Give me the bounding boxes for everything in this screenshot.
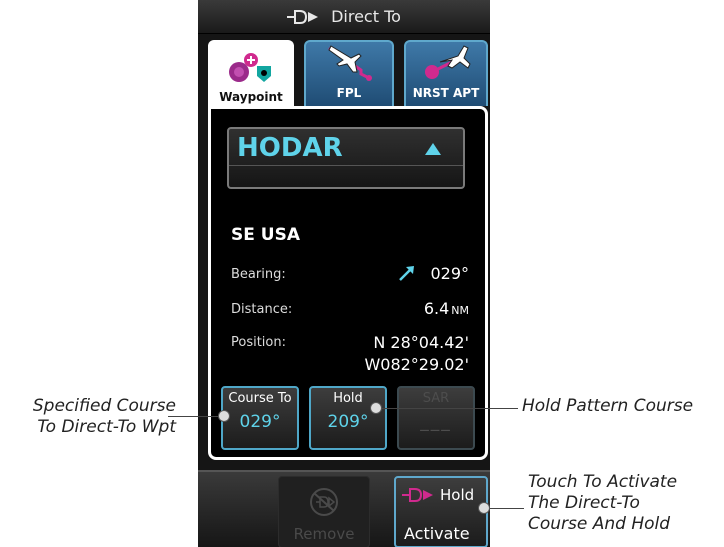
waypoint-icon (229, 53, 271, 82)
distance-value-wrap: 6.4 NM (424, 299, 469, 318)
tab-nrst-apt[interactable]: NRST APT (404, 40, 488, 106)
callout-line: The Direct-To (528, 493, 640, 513)
leader-line-bottom (484, 508, 524, 509)
tab-label: Waypoint (219, 90, 283, 104)
waypoint-region: SE USA (231, 225, 300, 245)
tab-fpl[interactable]: FPL (304, 40, 394, 106)
direct-to-icon (287, 9, 319, 24)
nearest-airport-icon (425, 45, 471, 79)
distance-label: Distance: (231, 302, 293, 317)
bearing-arrow-icon (399, 266, 415, 281)
page-title: Direct To (331, 7, 401, 26)
divider (229, 165, 463, 166)
flight-plan-icon (328, 45, 372, 81)
sar-label: SAR (422, 391, 450, 406)
position-latitude: N 28°04.42' (373, 333, 469, 352)
bottom-bar: Remove Hold Activate (198, 470, 490, 547)
callout-line: To Direct-To Wpt (37, 417, 176, 437)
hold-label: Hold (333, 391, 363, 406)
direct-to-icon (402, 488, 433, 502)
course-to-value: 029° (239, 412, 281, 432)
bearing-value: 029° (430, 264, 469, 283)
callout-dot-right (370, 402, 382, 414)
title-bar: Direct To (198, 0, 490, 34)
activate-label: Activate (404, 524, 470, 543)
activate-top-row: Hold (402, 486, 474, 504)
callout-line: Touch To Activate (528, 472, 678, 492)
distance-unit: NM (451, 304, 469, 317)
position-value: N 28°04.42' W082°29.02' (364, 332, 469, 376)
callout-line: Specified Course (32, 396, 176, 416)
waypoint-panel: HODAR SE USA Bearing: 029° Distance: 6.4… (208, 106, 488, 460)
callout-hold-pattern: Hold Pattern Course (522, 396, 694, 416)
course-to-button[interactable]: Course To 029° (221, 386, 299, 450)
remove-button[interactable]: Remove (278, 476, 370, 547)
callout-line: Course And Hold (528, 514, 671, 534)
hold-button[interactable]: Hold 209° (309, 386, 387, 450)
tab-waypoint[interactable]: Waypoint (208, 40, 294, 110)
position-longitude: W082°29.02' (364, 355, 469, 374)
bearing-label: Bearing: (231, 267, 286, 282)
device-screen: Direct To Waypoint FPL NRST APT HODAR SE… (198, 0, 490, 547)
callout-specified-course: Specified Course To Direct-To Wpt (6, 396, 176, 438)
triangle-up-icon (425, 143, 441, 155)
waypoint-ident: HODAR (237, 133, 343, 163)
hold-value: 209° (327, 412, 369, 432)
activate-hold-label: Hold (440, 486, 475, 504)
callout-dot-bottom (478, 502, 490, 514)
course-to-label: Course To (228, 391, 292, 406)
leader-line-right (376, 408, 518, 409)
callout-activate: Touch To Activate The Direct-To Course A… (528, 472, 718, 535)
callout-dot-left (218, 410, 230, 422)
sar-value: ___ (420, 412, 452, 432)
remove-direct-to-icon (310, 488, 338, 516)
activate-hold-button[interactable]: Hold Activate (394, 476, 488, 547)
tab-label: NRST APT (412, 86, 480, 100)
distance-value: 6.4 (423, 299, 450, 318)
sar-button[interactable]: SAR ___ (397, 386, 475, 450)
tab-bar: Waypoint FPL NRST APT (208, 40, 488, 110)
remove-label: Remove (293, 525, 355, 543)
bearing-value-wrap: 029° (398, 264, 469, 283)
waypoint-selector[interactable]: HODAR (227, 127, 465, 189)
tab-label: FPL (336, 86, 362, 100)
position-label: Position: (231, 335, 286, 350)
leader-line-left (168, 416, 224, 417)
